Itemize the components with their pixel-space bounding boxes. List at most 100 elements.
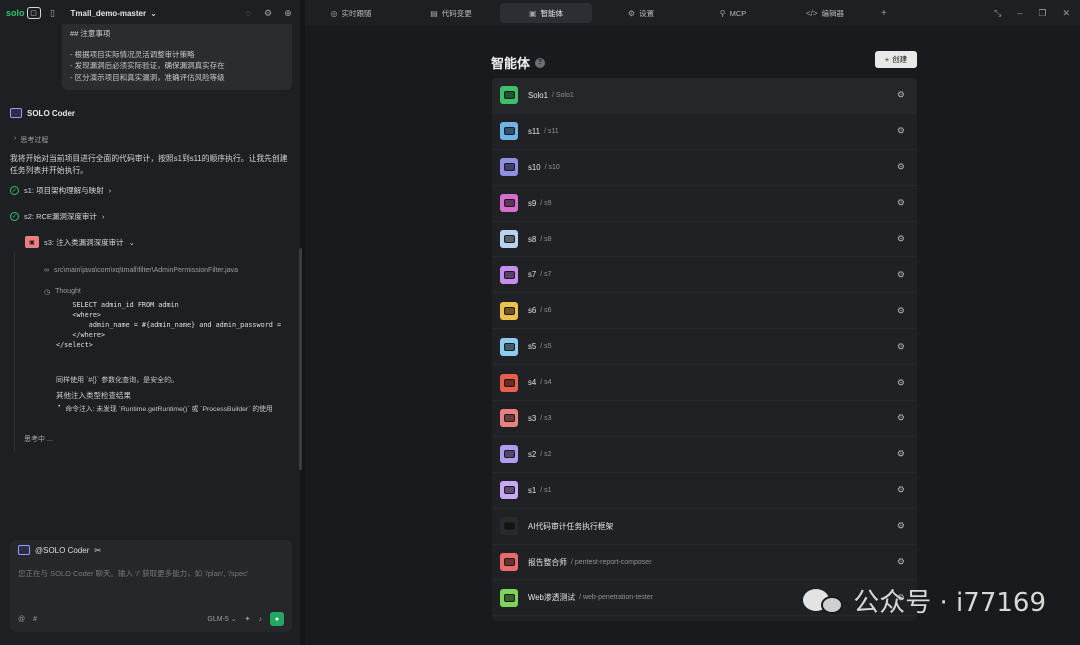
agent-settings-icon[interactable]: ⚙ (897, 377, 905, 388)
agent-settings-icon[interactable]: ⚙ (897, 485, 905, 496)
wrench-icon: ⚲ (719, 8, 726, 18)
agent-settings-icon[interactable]: ⚙ (897, 341, 905, 352)
tab-code-changes[interactable]: ▤ 代码变更 (405, 3, 497, 23)
restore-icon[interactable]: ❐ (1038, 8, 1046, 19)
tab-editor[interactable]: </> 编辑器 (779, 3, 871, 23)
chat-bubble-icon[interactable]: ◌ (242, 7, 254, 19)
agent-slug: / s5 (540, 343, 552, 351)
agent-row[interactable]: Solo1/ Solo1 ⚙ (492, 78, 917, 114)
help-icon[interactable]: ? (535, 57, 546, 68)
tab-mcp[interactable]: ⚲ MCP (687, 3, 779, 23)
agent-row[interactable]: s5/ s5 ⚙ (492, 329, 917, 366)
new-chat-icon[interactable]: ⊕ (282, 7, 294, 19)
main-panel: ◎ 实时跟随 ▤ 代码变更 ▣ 智能体 ⚙ 设置 ⚲ MCP </> 编辑器 + ⤡ – ❐… (305, 0, 1080, 645)
mention-chip[interactable]: @SOLO Coder ✂ (18, 545, 101, 555)
step-s1[interactable]: ✓ s1: 项目架构理解与映射 › (10, 185, 111, 196)
chat-panel: solo ▢ ▯ Tmall_demo-master ⌄ ◌ ⚙ ⊕ ## 注意… (0, 0, 300, 645)
send-button[interactable]: ● (270, 612, 284, 626)
step-s3[interactable]: ▣ s3: 注入类漏洞深度审计 ⌄ (25, 236, 135, 248)
agent-settings-icon[interactable]: ⚙ (897, 413, 905, 424)
notes-item: - 发现漏洞后必须实际验证，确保漏洞真实存在 (70, 61, 225, 70)
agent-settings-icon[interactable]: ⚙ (897, 449, 905, 460)
agents-page: 智能体 ? + 创建 Solo1/ Solo1 ⚙ s11/ s11 ⚙ s10/ s1… (305, 26, 1080, 645)
s3-avatar-icon: ▣ (25, 236, 39, 248)
agent-row[interactable]: s10/ s10 ⚙ (492, 150, 917, 186)
agent-row[interactable]: s6/ s6 ⚙ (492, 293, 917, 330)
agent-avatar-icon (500, 265, 518, 284)
sparkle-icon[interactable]: ✦ (245, 615, 251, 623)
analysis-bullet: • 命令注入: 未发现 `Runtime.getRuntime()` 或 `Pr… (58, 403, 273, 413)
agent-row[interactable]: s11 / s11 ⚙ (492, 114, 917, 150)
hash-icon[interactable]: # (33, 616, 37, 623)
agent-settings-icon[interactable]: ⚙ (897, 126, 905, 137)
agent-settings-icon[interactable]: ⚙ (897, 269, 905, 280)
agent-row[interactable]: s3/ s3 ⚙ (492, 401, 917, 437)
tab-agents[interactable]: ▣ 智能体 (500, 3, 592, 23)
agent-settings-icon[interactable]: ⚙ (897, 90, 905, 101)
robot-face-icon (503, 378, 515, 387)
chat-scrollbar[interactable] (299, 248, 302, 470)
step-label: s3: 注入类漏洞深度审计 (44, 237, 124, 247)
chat-input-box[interactable]: @SOLO Coder ✂ 您正在与 SOLO Coder 聊天。输入 '/' … (10, 540, 292, 632)
agent-avatar-icon (500, 158, 518, 177)
microphone-icon[interactable]: ♪ (259, 616, 263, 623)
thought-toggle[interactable]: ◷ Thought (44, 288, 81, 296)
sidebar-toggle-icon[interactable]: ▯ (47, 7, 59, 19)
agent-row[interactable]: s8/ s8 ⚙ (492, 222, 917, 258)
agent-name: Solo1 (528, 90, 548, 100)
minimize-icon[interactable]: – (1017, 8, 1022, 19)
robot-face-icon (503, 593, 515, 602)
analysis-text: 同样使用 `#{}` 参数化查询，是安全的。 (56, 377, 179, 384)
tools-icon: ✂ (94, 545, 102, 555)
agent-row[interactable]: s9/ s9 ⚙ (492, 186, 917, 222)
tab-settings[interactable]: ⚙ 设置 (595, 3, 687, 23)
agent-name: s9 (528, 198, 537, 208)
at-mention-icon[interactable]: @ (18, 616, 25, 623)
create-button[interactable]: + 创建 (875, 51, 917, 68)
agent-row[interactable]: 报告整合师 / pentest-report-composer ⚙ (492, 545, 917, 581)
robot-face-icon (503, 91, 515, 100)
add-tab-icon[interactable]: + (881, 8, 887, 19)
project-name: Tmall_demo-master (70, 8, 147, 18)
gear-icon: ⚙ (627, 8, 636, 18)
agent-row[interactable]: AI代码审计任务执行框架 ⚙ (492, 509, 917, 545)
analysis-heading: 其他注入类型检查结果 (56, 391, 131, 400)
agent-row[interactable]: s1/ s1 ⚙ (492, 473, 917, 509)
agent-settings-icon[interactable]: ⚙ (897, 305, 905, 316)
agent-row[interactable]: s4/ s4 ⚙ (492, 365, 917, 402)
tab-live-follow[interactable]: ◎ 实时跟随 (305, 3, 397, 23)
file-reference[interactable]: ∞ src\main\java\com\xq\tmall\filter\Admi… (44, 267, 238, 274)
agent-settings-icon[interactable]: ⚙ (897, 557, 905, 568)
gear-icon[interactable]: ⚙ (262, 7, 274, 19)
agent-name: 报告整合师 (528, 557, 567, 567)
tab-label: 代码变更 (441, 8, 472, 18)
model-selector[interactable]: GLM-5 ⌄ (207, 615, 236, 623)
agent-settings-icon[interactable]: ⚙ (897, 521, 905, 532)
think-toggle[interactable]: › 思考过程 (14, 135, 48, 145)
agent-row[interactable]: s2/ s2 ⚙ (492, 437, 917, 473)
clock-icon: ◷ (44, 289, 51, 296)
project-selector[interactable]: Tmall_demo-master ⌄ (71, 9, 157, 18)
robot-icon: ▣ (528, 8, 537, 18)
agent-header: SOLO Coder (10, 108, 75, 118)
close-icon[interactable]: ✕ (1062, 8, 1070, 19)
step-s2[interactable]: ✓ s2: RCE漏洞深度审计 › (10, 211, 104, 222)
step-connector (14, 252, 15, 452)
agent-slug: / s6 (540, 307, 552, 315)
agent-avatar-icon (500, 194, 518, 213)
agent-name: s1 (528, 485, 537, 495)
agent-avatar-icon (500, 553, 518, 572)
collapse-icon[interactable]: ⤡ (994, 8, 1001, 19)
agent-row[interactable]: s7/ s7 ⚙ (492, 257, 917, 294)
agent-settings-icon[interactable]: ⚙ (897, 162, 905, 173)
agent-settings-icon[interactable]: ⚙ (897, 198, 905, 209)
chat-input-placeholder[interactable]: 您正在与 SOLO Coder 聊天。输入 '/' 获取更多能力，如 '/pla… (18, 568, 248, 579)
agent-slug: / pentest-report-composer (570, 558, 652, 566)
app-window: solo ▢ ▯ Tmall_demo-master ⌄ ◌ ⚙ ⊕ ## 注意… (0, 0, 1080, 645)
agent-avatar-icon (500, 301, 518, 320)
agent-settings-icon[interactable]: ⚙ (897, 234, 905, 245)
target-icon: ◎ (330, 8, 338, 18)
robot-face-icon (503, 522, 515, 531)
agent-slug: / s1 (540, 486, 552, 494)
mention-label: @SOLO Coder (35, 545, 90, 555)
